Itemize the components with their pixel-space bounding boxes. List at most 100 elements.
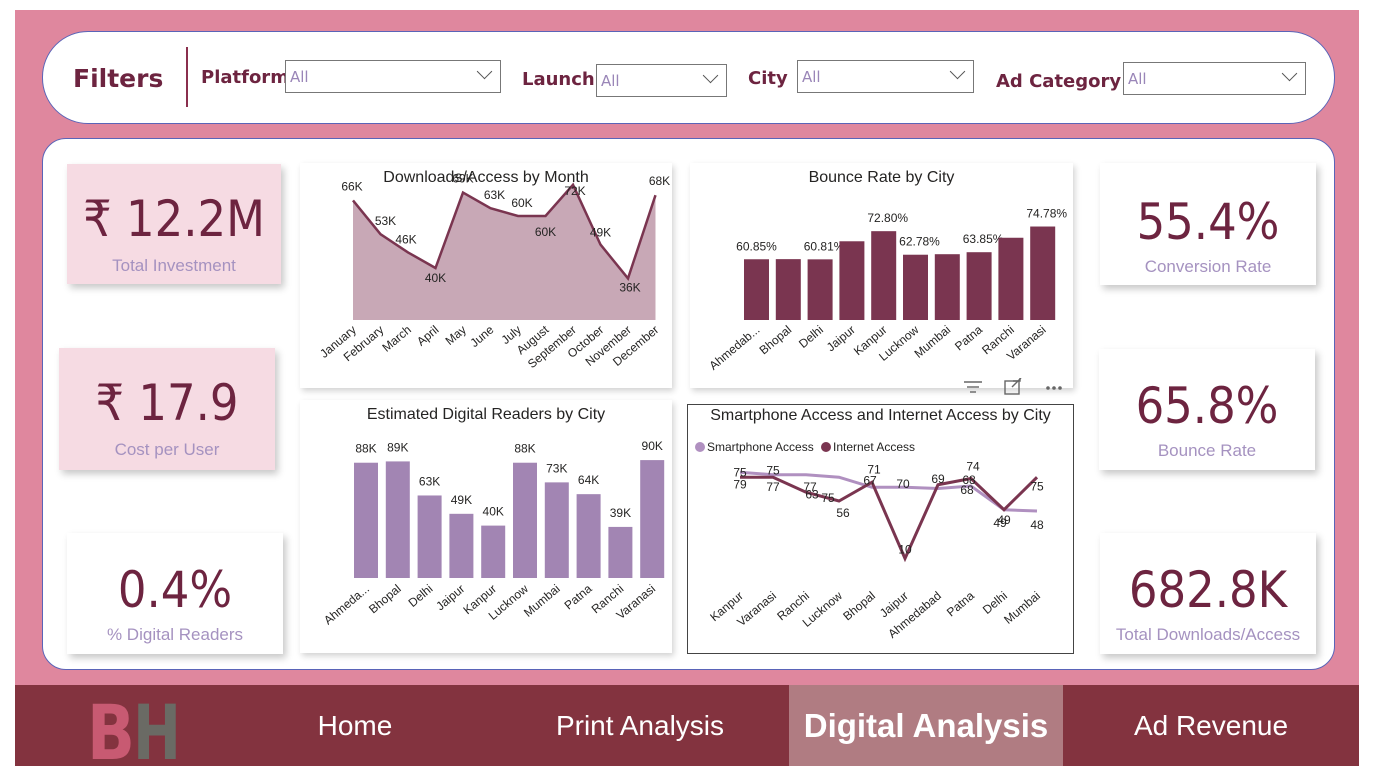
chevron-down-icon [476,63,493,80]
legend-label-internet: Internet Access [833,440,915,454]
data-label: 69K [452,172,473,186]
x-tick-label: Patna [944,588,977,619]
digital-readers-value: 0.4% [117,561,233,619]
bar [449,513,474,578]
x-tick-label: Delhi [406,582,436,610]
data-label: 89K [387,440,408,454]
more-options-icon[interactable] [1046,386,1062,390]
svg-text:H: H [133,691,181,761]
data-label: 40K [425,271,446,285]
data-label: 60K [535,225,556,239]
bh-logo: B H [87,691,181,761]
downloads-by-month-chart[interactable]: Downloads/Access by Month 66K 53K 46K 40K 69… [300,163,672,388]
ad-category-filter-label: Ad Category [996,71,1122,92]
data-label: 40K [483,505,504,519]
x-tick-label: Mumbai [521,582,563,620]
focus-mode-icon[interactable] [1004,377,1022,395]
bounce-rate-label: Bounce Rate [1157,441,1257,460]
launch-filter-value: All [601,72,620,90]
bar [807,259,833,320]
x-tick-label: Ahmedab... [706,323,762,373]
x-tick-label: Bhopal [757,323,795,358]
nav-digital-analysis[interactable]: Digital Analysis [789,685,1063,766]
bar [775,259,801,320]
x-tick-label: Mumbai [912,323,954,361]
bar [576,494,601,578]
legend-marker-internet [821,442,831,452]
digital-readers-by-city-chart[interactable]: Estimated Digital Readers by City 88K Ahm… [300,400,672,653]
smartphone-internet-access-chart[interactable]: Smartphone Access and Internet Access by… [687,404,1074,654]
bar [385,461,410,578]
conversion-rate-card[interactable]: 55.4% Conversion Rate [1100,163,1316,285]
data-label: 73K [546,461,567,475]
bar [998,237,1024,320]
total-downloads-value: 682.8K [1128,561,1288,619]
bounce-rate-card[interactable]: 65.8% Bounce Rate [1099,349,1315,470]
nav-ad-revenue[interactable]: Ad Revenue [1101,685,1321,766]
bar [544,482,569,578]
conversion-rate-value: 55.4% [1136,193,1280,251]
bar [744,259,769,320]
x-tick-label: Delhi [796,323,826,351]
ad-category-filter-dropdown[interactable]: All [1123,62,1306,95]
x-tick-label: Ahmeda... [321,582,372,628]
filters-title: Filters [73,64,164,93]
x-tick-label: May [443,323,469,348]
data-label: 60K [511,196,532,210]
data-label: 49K [590,226,611,240]
data-label: 62.78% [899,235,940,249]
data-label: 68 [960,483,974,497]
digital-readers-label: % Digital Readers [106,625,244,644]
data-label: 49 [997,513,1011,527]
cost-per-user-card[interactable]: ₹ 17.9 Cost per User [59,348,275,470]
legend-marker-smartphone [695,442,705,452]
bar [481,525,506,578]
filter-icon[interactable] [964,381,982,393]
data-label: 75 [1030,479,1044,493]
bar [608,526,633,578]
line-smartphone-access [739,470,1038,513]
city-filter-dropdown[interactable]: All [797,60,974,93]
total-downloads-card[interactable]: 682.8K Total Downloads/Access [1100,533,1316,654]
platform-filter-dropdown[interactable]: All [285,60,501,93]
bar [903,254,928,320]
data-label: 72.80% [867,211,908,225]
data-label: 48 [1030,518,1044,532]
data-label: 74 [966,460,980,474]
data-label: 72K [564,184,585,198]
city-filter-label: City [748,68,788,89]
nav-home[interactable]: Home [250,685,460,766]
data-label: 71 [867,462,881,476]
bar [966,252,992,320]
data-label: 88K [514,442,535,456]
downloads-chart-svg: 66K53K46K40K69K63K60K60K72K49K36K68KJanu… [317,172,670,371]
data-label: 60.85% [736,239,777,253]
bounce-rate-by-city-chart[interactable]: Bounce Rate by City 60.85% Ahmedab... Bhop… [690,163,1073,388]
visual-header-icons [962,377,1072,396]
legend-label-smartphone: Smartphone Access [707,440,814,454]
city-filter-value: All [802,68,821,86]
cost-per-user-label: Cost per User [114,440,220,459]
total-investment-card[interactable]: ₹ 12.2M Total Investment [67,164,281,284]
data-label: 75 [733,465,747,479]
chevron-down-icon [949,63,966,80]
total-downloads-label: Total Downloads/Access [1115,625,1301,644]
data-label: 39K [610,506,631,520]
data-label: 64K [578,473,599,487]
data-label: 79 [733,477,747,491]
data-label: 46K [395,232,416,246]
digital-readers-card[interactable]: 0.4% % Digital Readers [67,533,283,654]
total-investment-value: ₹ 12.2M [83,190,265,248]
bottom-navigation: B H Home Print Analysis Digital Analysis… [15,685,1359,766]
readers-chart-svg: 88KAhmeda...89KBhopal63KDelhi49KJaipur40… [321,439,665,628]
bar [934,254,960,320]
bar [640,460,665,578]
data-label: 70 [896,477,910,491]
launch-filter-dropdown[interactable]: All [596,64,727,97]
bounce-chart-svg: 60.85%Ahmedab...Bhopal60.81%DelhiJaipur7… [706,207,1067,373]
nav-print-analysis[interactable]: Print Analysis [530,685,750,766]
svg-text:B: B [87,691,135,761]
data-label: 56 [836,506,850,520]
chevron-down-icon [702,67,719,84]
data-label: 90K [642,439,663,453]
